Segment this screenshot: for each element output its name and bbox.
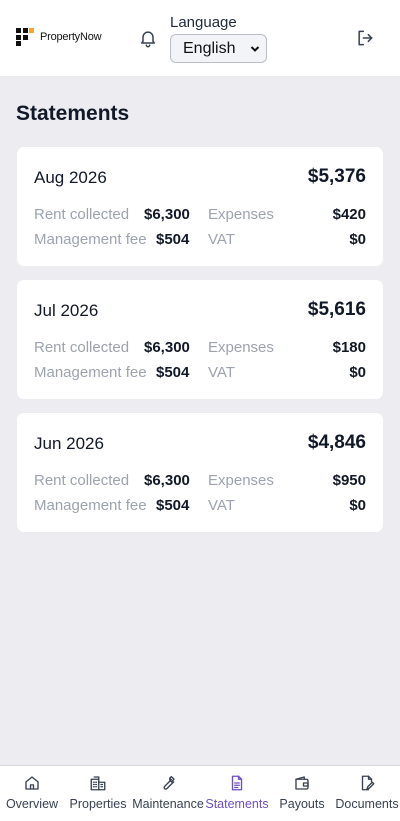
rent-collected-label: Rent collected <box>34 472 130 489</box>
expenses-label: Expenses <box>208 339 274 356</box>
expenses-value: $950 <box>332 472 366 489</box>
rent-collected-value: $6,300 <box>144 472 190 489</box>
wallet-icon <box>295 776 309 790</box>
statement-month: Jun 2026 <box>34 434 104 453</box>
statement-card[interactable]: Jun 2026 $4,846 Rent collected $6,300 Ex… <box>17 413 383 532</box>
management-fee-label: Management fee <box>34 497 147 514</box>
language-select[interactable]: English <box>170 34 267 63</box>
document-icon <box>231 775 243 791</box>
building-icon <box>90 776 106 791</box>
logout-icon[interactable] <box>355 28 375 48</box>
wrench-icon <box>163 775 175 790</box>
rent-collected-value: $6,300 <box>144 206 190 223</box>
rent-collected-label: Rent collected <box>34 339 130 356</box>
brand-name: PropertyNow <box>40 31 102 43</box>
file-edit-icon <box>361 775 375 791</box>
expenses-value: $180 <box>332 339 366 356</box>
nav-label: Documents <box>335 797 399 811</box>
home-icon <box>25 776 39 790</box>
vat-label: VAT <box>208 231 235 248</box>
management-fee-value: $504 <box>156 364 190 381</box>
nav-label: Properties <box>69 797 127 811</box>
statement-month: Jul 2026 <box>34 301 99 320</box>
nav-item-maintenance[interactable]: Maintenance <box>132 766 204 821</box>
chevron-down-icon <box>250 46 260 52</box>
expenses-label: Expenses <box>208 206 274 223</box>
rent-collected-label: Rent collected <box>34 206 130 223</box>
page-title: Statements <box>16 102 130 125</box>
management-fee-value: $504 <box>156 231 190 248</box>
vat-label: VAT <box>208 497 235 514</box>
vat-label: VAT <box>208 364 235 381</box>
expenses-value: $420 <box>332 206 366 223</box>
rent-collected-value: $6,300 <box>144 339 190 356</box>
language-select-value: English <box>183 40 236 57</box>
brand-logo-icon <box>16 28 34 46</box>
vat-value: $0 <box>349 497 366 514</box>
nav-label: Maintenance <box>132 797 204 811</box>
nav-item-statements[interactable]: Statements <box>204 766 270 821</box>
nav-item-payouts[interactable]: Payouts <box>272 766 332 821</box>
vat-value: $0 <box>349 231 366 248</box>
bell-icon[interactable] <box>138 28 158 48</box>
statement-card[interactable]: Aug 2026 $5,376 Rent collected $6,300 Ex… <box>17 147 383 266</box>
nav-item-documents[interactable]: Documents <box>334 766 400 821</box>
management-fee-label: Management fee <box>34 231 147 248</box>
vat-value: $0 <box>349 364 366 381</box>
nav-label: Statements <box>205 797 269 811</box>
nav-item-properties[interactable]: Properties <box>66 766 130 821</box>
management-fee-value: $504 <box>156 497 190 514</box>
statement-total: $5,376 <box>307 166 366 187</box>
statement-card[interactable]: Jul 2026 $5,616 Rent collected $6,300 Ex… <box>17 280 383 399</box>
nav-label: Payouts <box>279 797 325 811</box>
statement-total: $5,616 <box>307 299 366 320</box>
brand-logo[interactable]: PropertyNow <box>16 28 102 46</box>
statement-total: $4,846 <box>307 432 366 453</box>
nav-item-overview[interactable]: Overview <box>0 766 64 821</box>
top-bar: PropertyNow Language English <box>0 0 400 76</box>
nav-label: Overview <box>5 797 59 811</box>
statement-month: Aug 2026 <box>34 168 107 187</box>
bottom-nav: Overview Properties Maintenance Statemen… <box>0 765 400 821</box>
management-fee-label: Management fee <box>34 364 147 381</box>
language-label: Language <box>170 14 237 31</box>
expenses-label: Expenses <box>208 472 274 489</box>
